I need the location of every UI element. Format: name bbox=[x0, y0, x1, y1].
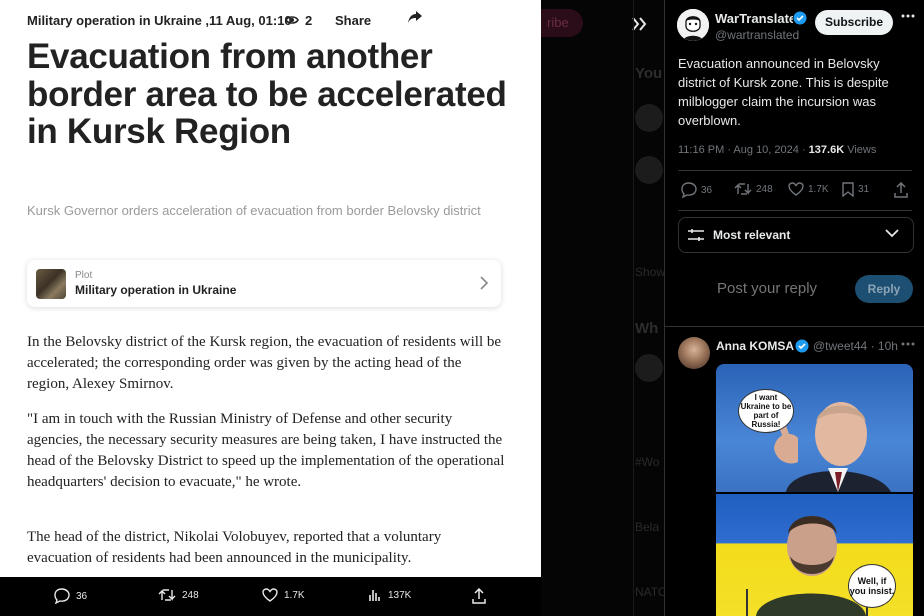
tweet-views-label: Views bbox=[844, 144, 877, 156]
avatar bbox=[635, 156, 663, 184]
you-heading: You bbox=[635, 65, 663, 82]
tweet-time[interactable]: 11:16 PM · Aug 10, 2024 · bbox=[678, 144, 809, 156]
like-count: 1.7K bbox=[284, 589, 305, 601]
heart-icon bbox=[788, 182, 804, 196]
comment-icon bbox=[681, 182, 697, 198]
chevron-down-icon bbox=[885, 229, 899, 238]
views-count: 2 bbox=[305, 12, 313, 28]
comment-icon bbox=[54, 588, 70, 604]
reply-handle: @tweet44 · 10h bbox=[813, 339, 898, 353]
upload-icon bbox=[472, 588, 486, 604]
plot-label: Plot bbox=[75, 270, 93, 281]
repost-icon bbox=[158, 589, 176, 601]
tweet-views-count: 137.6K bbox=[808, 144, 845, 156]
article-paragraph: In the Belovsky district of the Kursk re… bbox=[27, 334, 502, 392]
avatar bbox=[635, 354, 663, 382]
trend-tag: #Wo bbox=[635, 455, 660, 469]
tweet-stats-overlay: 36 248 1.7K 137K bbox=[0, 577, 541, 616]
x-tweet-panel: WarTranslated @wartranslated Subscribe E… bbox=[664, 0, 924, 616]
meme-panel-bottom: Well, if you insist. bbox=[716, 494, 913, 616]
verified-badge-icon bbox=[795, 339, 809, 353]
views-count-bar: 137K bbox=[388, 589, 412, 601]
repost-count: 248 bbox=[182, 589, 199, 601]
reply-author-name[interactable]: Anna KOMSA bbox=[716, 339, 794, 353]
plot-title: Military operation in Ukraine bbox=[75, 283, 237, 297]
dimmed-background-feed: ribe You Show Wh #Wo Bela NATO bbox=[541, 0, 664, 616]
subscribe-ghost: ribe bbox=[541, 9, 583, 37]
verified-badge-icon bbox=[793, 11, 807, 25]
reply-action[interactable]: 36 bbox=[681, 182, 712, 198]
author-name[interactable]: WarTranslated bbox=[715, 11, 793, 26]
column-divider bbox=[633, 0, 634, 616]
tweet-timestamp: 11:16 PM · Aug 10, 2024 · 137.6K Views bbox=[678, 144, 876, 156]
who-heading: Wh bbox=[635, 320, 659, 337]
meme-image[interactable]: I want Ukraine to be part of Russia! Wel… bbox=[716, 364, 913, 616]
more-options-icon[interactable] bbox=[901, 342, 915, 346]
bookmark-icon bbox=[842, 182, 854, 197]
like-stat[interactable]: 1.7K bbox=[262, 588, 305, 602]
chevron-right-icon bbox=[480, 276, 489, 290]
repost-action[interactable]: 248 bbox=[734, 182, 773, 196]
plot-card[interactable]: Plot Military operation in Ukraine bbox=[27, 260, 501, 307]
upload-icon bbox=[894, 182, 908, 198]
article-meta[interactable]: Military operation in Ukraine ,11 Aug, 0… bbox=[27, 13, 292, 28]
sort-label: Most relevant bbox=[713, 228, 791, 242]
subscribe-button[interactable]: Subscribe bbox=[815, 10, 893, 35]
reply-age: · 10h bbox=[870, 339, 898, 353]
chart-bars-icon bbox=[369, 590, 380, 601]
plot-text: Plot Military operation in Ukraine bbox=[75, 269, 236, 298]
plot-thumbnail bbox=[36, 268, 66, 299]
more-options-icon[interactable] bbox=[901, 14, 915, 18]
share-button[interactable]: Share bbox=[335, 13, 371, 28]
bookmark-action[interactable]: 31 bbox=[842, 182, 869, 197]
reply-button[interactable]: Reply bbox=[855, 275, 913, 303]
avatar bbox=[635, 104, 663, 132]
sliders-icon bbox=[688, 229, 704, 241]
tweet-text: Evacuation announced in Belovsky distric… bbox=[678, 56, 889, 128]
speech-bubble: I want Ukraine to be part of Russia! bbox=[738, 389, 794, 433]
speech-bubble: Well, if you insist. bbox=[848, 564, 896, 608]
views-stat[interactable]: 137K bbox=[368, 588, 411, 602]
divider bbox=[678, 170, 912, 171]
reply-input[interactable] bbox=[717, 280, 847, 297]
news-article: Military operation in Ukraine ,11 Aug, 0… bbox=[0, 0, 541, 577]
eye-icon bbox=[285, 16, 299, 24]
article-paragraph: The head of the district, Nikolai Volobu… bbox=[27, 529, 442, 566]
repost-count: 248 bbox=[756, 183, 773, 195]
repost-icon bbox=[734, 183, 752, 195]
trend-item: Bela bbox=[635, 520, 660, 534]
reply-stat[interactable]: 36 bbox=[54, 588, 87, 604]
like-action[interactable]: 1.7K bbox=[788, 182, 829, 196]
like-count: 1.7K bbox=[808, 183, 829, 195]
article-meta-bar: Military operation in Ukraine ,11 Aug, 0… bbox=[27, 10, 427, 28]
reply-sort-dropdown[interactable]: Most relevant bbox=[678, 217, 914, 253]
divider bbox=[665, 326, 924, 327]
double-chevron-right-icon[interactable] bbox=[627, 12, 651, 36]
repost-stat[interactable]: 248 bbox=[158, 588, 199, 602]
avatar[interactable] bbox=[678, 337, 710, 369]
tweet-action-bar: 36 248 1.7K 31 bbox=[678, 182, 912, 200]
divider bbox=[678, 210, 912, 211]
reply-count: 36 bbox=[701, 184, 713, 196]
article-paragraph: "I am in touch with the Russian Ministry… bbox=[27, 411, 505, 490]
trend-item: NATO bbox=[635, 585, 664, 599]
share-stat[interactable] bbox=[472, 588, 486, 604]
article-headline: Evacuation from another border area to b… bbox=[27, 37, 507, 151]
share-action[interactable] bbox=[894, 182, 908, 198]
author-handle[interactable]: @wartranslated bbox=[715, 28, 799, 42]
avatar[interactable] bbox=[677, 9, 709, 41]
reply-count: 36 bbox=[76, 590, 88, 602]
views-counter: 2 bbox=[285, 13, 312, 28]
heart-icon bbox=[262, 588, 278, 602]
show-link: Show bbox=[635, 265, 664, 279]
article-subheadline: Kursk Governor orders acceleration of ev… bbox=[27, 203, 481, 218]
share-arrow-icon[interactable] bbox=[407, 10, 423, 27]
meme-panel-top: I want Ukraine to be part of Russia! bbox=[716, 364, 913, 492]
screen: Military operation in Ukraine ,11 Aug, 0… bbox=[0, 0, 924, 616]
bookmark-count: 31 bbox=[858, 184, 870, 195]
reply-author-handle[interactable]: @tweet44 bbox=[813, 339, 867, 353]
